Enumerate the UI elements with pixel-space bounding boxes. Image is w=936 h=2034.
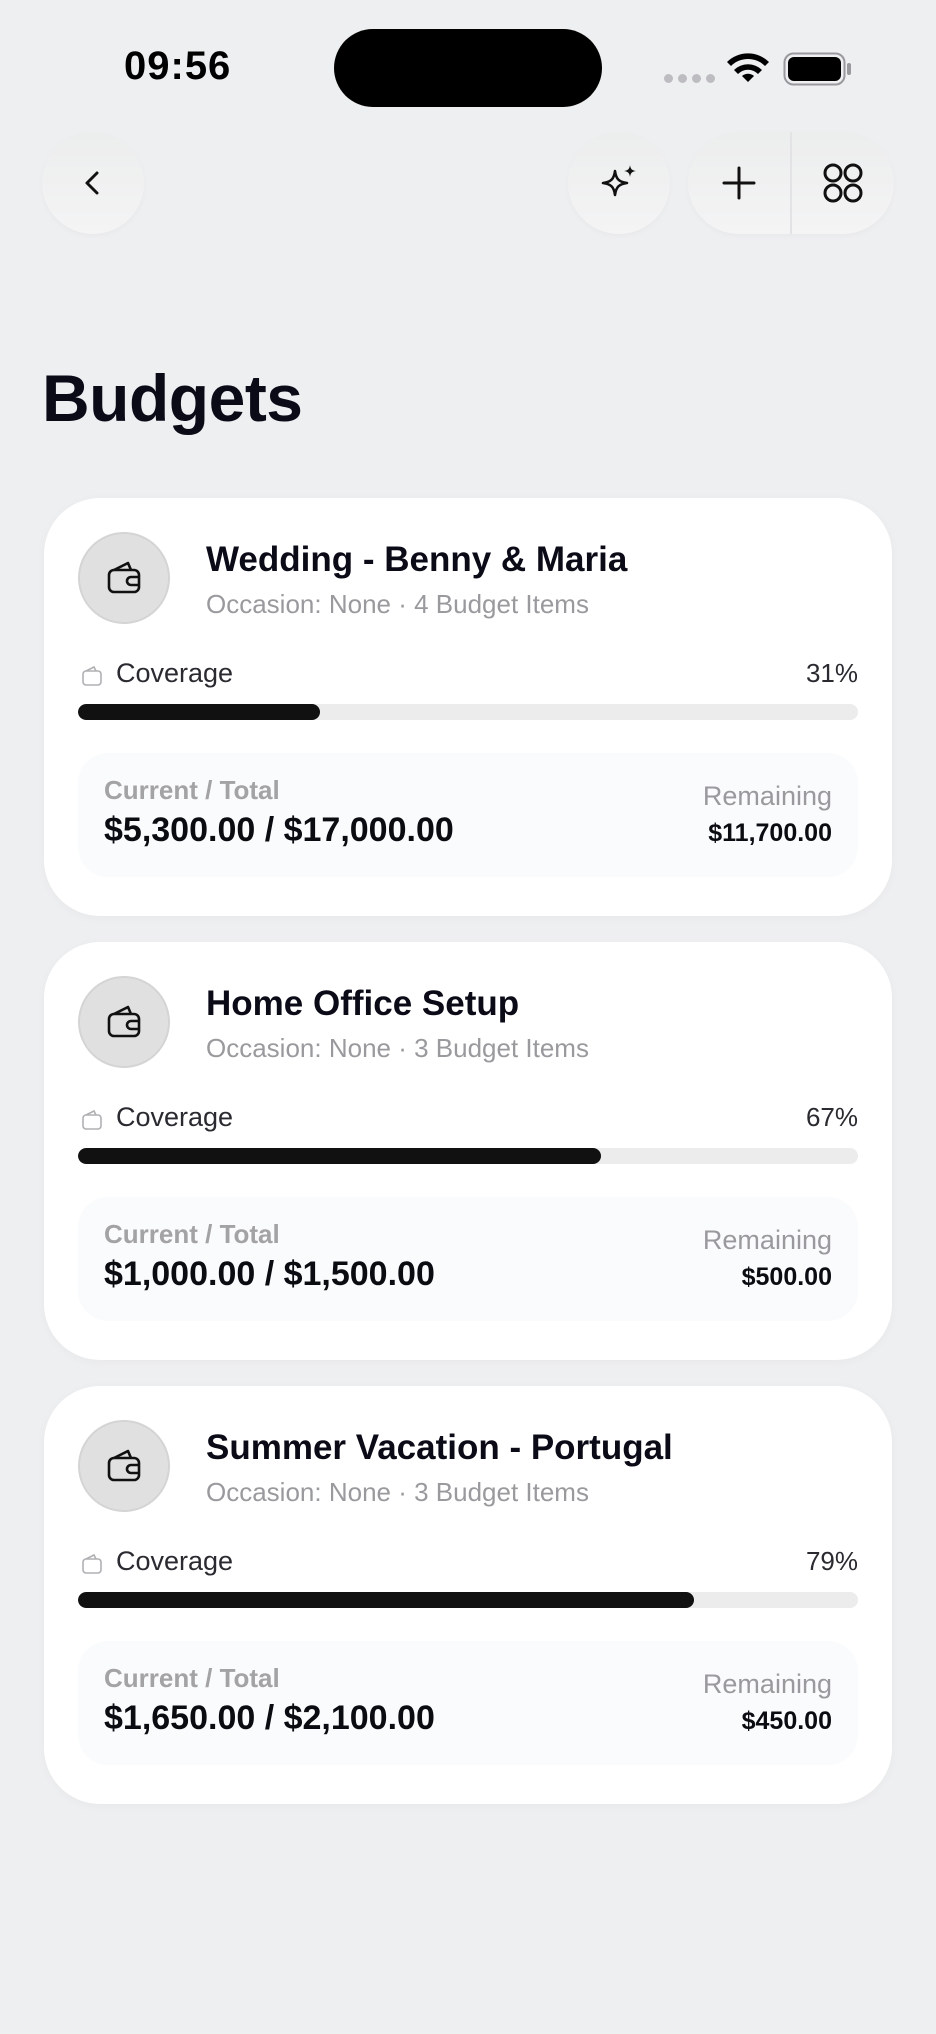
budget-avatar <box>78 976 170 1068</box>
wallet-icon <box>107 1449 141 1482</box>
sparkle-icon <box>601 165 636 197</box>
budget-stats: Current / Total $1,000.00 / $1,500.00 Re… <box>78 1197 858 1321</box>
plus-icon <box>722 166 756 200</box>
current-total-label: Current / Total <box>104 775 280 805</box>
remaining-label: Remaining <box>702 1669 832 1699</box>
wallet-icon <box>107 1005 141 1038</box>
budget-title: Wedding - Benny & Maria <box>206 540 628 579</box>
cellular-signal-icon <box>664 74 715 83</box>
battery-icon <box>783 52 851 86</box>
coverage-label: Coverage <box>116 658 234 688</box>
wallet-icon <box>107 561 141 594</box>
budget-avatar <box>78 532 170 624</box>
coverage-progress-fill <box>78 1592 695 1608</box>
status-time: 09:56 <box>124 44 232 88</box>
current-total-value: $1,650.00 / $2,100.00 <box>104 1699 435 1737</box>
budget-subtitle: Occasion: None · 4 Budget Items <box>206 589 589 619</box>
remaining-value: $500.00 <box>741 1263 832 1291</box>
coverage-percent: 79% <box>805 1546 858 1576</box>
budget-card[interactable]: Summer Vacation - Portugal Occasion: Non… <box>44 1386 892 1804</box>
action-button-group <box>688 132 894 234</box>
grid-view-button[interactable] <box>792 132 894 234</box>
coverage-progress-fill <box>78 1148 601 1164</box>
remaining-label: Remaining <box>702 1225 832 1255</box>
dynamic-island <box>334 29 602 107</box>
page-title: Budgets <box>42 361 303 435</box>
coverage-progress-bar <box>78 704 858 720</box>
ai-sparkle-button[interactable] <box>568 132 670 234</box>
budget-subtitle: Occasion: None · 3 Budget Items <box>206 1033 589 1063</box>
budget-card[interactable]: Home Office Setup Occasion: None · 3 Bud… <box>44 942 892 1360</box>
remaining-value: $450.00 <box>741 1707 832 1735</box>
status-bar: 09:56 <box>0 0 936 140</box>
coverage-progress-fill <box>78 704 320 720</box>
budget-stats: Current / Total $1,650.00 / $2,100.00 Re… <box>78 1641 858 1765</box>
current-total-value: $5,300.00 / $17,000.00 <box>104 811 454 849</box>
remaining-value: $11,700.00 <box>708 819 832 847</box>
current-total-label: Current / Total <box>104 1663 280 1693</box>
budget-avatar <box>78 1420 170 1512</box>
coverage-icon <box>82 665 102 686</box>
coverage-icon <box>82 1553 102 1574</box>
coverage-progress-bar <box>78 1592 858 1608</box>
budget-subtitle: Occasion: None · 3 Budget Items <box>206 1477 589 1507</box>
coverage-label: Coverage <box>116 1546 234 1576</box>
add-budget-button[interactable] <box>688 132 790 234</box>
coverage-percent: 67% <box>805 1102 858 1132</box>
remaining-label: Remaining <box>702 781 832 811</box>
wifi-icon <box>727 53 769 82</box>
coverage-progress-bar <box>78 1148 858 1164</box>
budget-card[interactable]: Wedding - Benny & Maria Occasion: None ·… <box>44 498 892 916</box>
current-total-value: $1,000.00 / $1,500.00 <box>104 1255 435 1293</box>
back-button[interactable] <box>42 132 144 234</box>
grid-icon <box>823 163 863 203</box>
budget-stats: Current / Total $5,300.00 / $17,000.00 R… <box>78 753 858 877</box>
coverage-icon <box>82 1109 102 1130</box>
current-total-label: Current / Total <box>104 1219 280 1249</box>
budget-title: Home Office Setup <box>206 984 520 1023</box>
coverage-label: Coverage <box>116 1102 234 1132</box>
coverage-percent: 31% <box>805 658 858 688</box>
chevron-left-icon <box>85 171 99 195</box>
budget-title: Summer Vacation - Portugal <box>206 1428 673 1467</box>
